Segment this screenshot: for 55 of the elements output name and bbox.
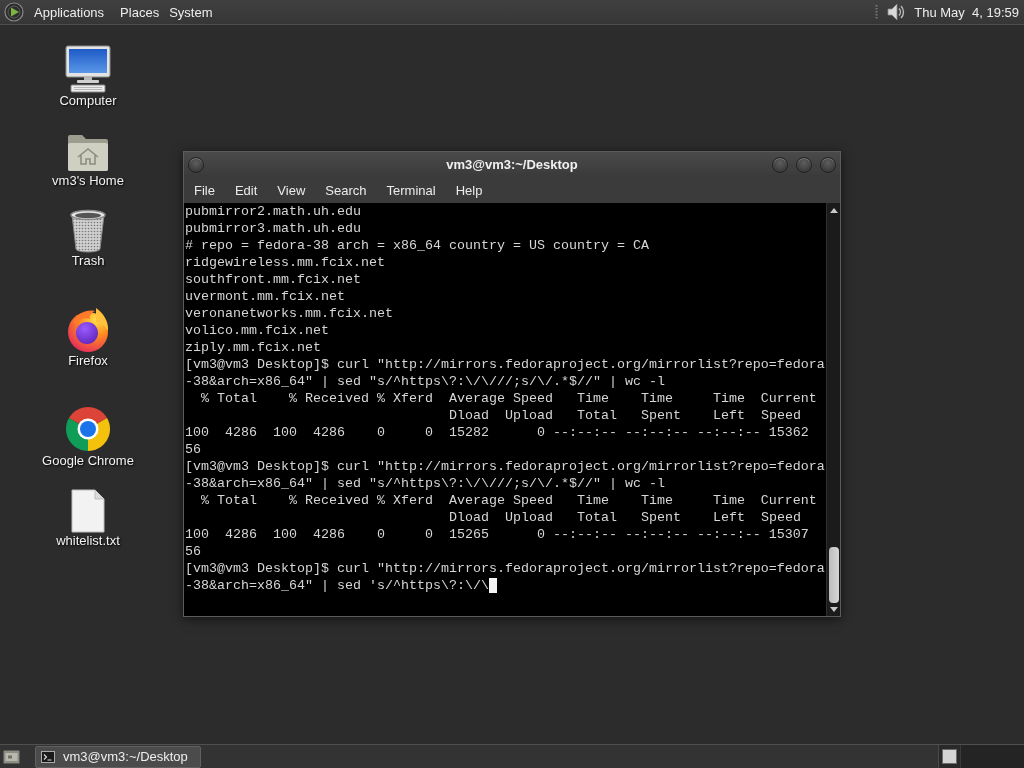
terminal-icon xyxy=(41,750,55,763)
terminal-line: ridgewireless.mm.fcix.net xyxy=(185,254,385,271)
terminal-line: southfront.mm.fcix.net xyxy=(185,271,361,288)
terminal-line: pubmirror3.math.uh.edu xyxy=(185,220,361,237)
workspace-switcher[interactable] xyxy=(938,745,1024,768)
terminal-line: % Total % Received % Xferd Average Speed Time Time Time Current xyxy=(201,390,817,407)
monitor-icon xyxy=(64,45,112,93)
terminal-line: -38&arch=x86_64" | sed 's/^https\?:\/\ xyxy=(185,577,489,594)
show-desktop-icon[interactable] xyxy=(3,748,20,765)
panel-menu[interactable]: Applications xyxy=(0,1,116,23)
firefox-logo-icon xyxy=(65,307,111,353)
drag-handle-icon xyxy=(875,4,879,20)
terminal-line: % Total % Received % Xferd Average Speed Time Time Time Current xyxy=(201,492,817,509)
scroll-down-arrow-icon[interactable] xyxy=(829,607,838,612)
chrome-logo-icon xyxy=(64,405,112,453)
terminal-line: # repo = fedora-38 arch = x86_64 country = US country = CA xyxy=(185,237,649,254)
scrollbar-thumb[interactable] xyxy=(828,547,839,603)
terminal-line: uvermont.mm.fcix.net xyxy=(185,288,345,305)
menu-item[interactable]: File xyxy=(184,179,225,201)
panel-menu[interactable]: Places xyxy=(115,1,165,23)
window-title: vm3@vm3:~/Desktop xyxy=(446,157,578,172)
terminal-line: [vm3@vm3 Desktop]$ curl "http://mirrors.fedoraproject.org/mirrorlist?repo=fedora xyxy=(185,560,825,577)
panel-menu[interactable]: System xyxy=(164,1,218,23)
terminal-line: [vm3@vm3 Desktop]$ curl "http://mirrors.fedoraproject.org/mirrorlist?repo=fedora xyxy=(185,356,825,373)
terminal-line: 100 4286 100 4286 0 0 15282 0 --:--:-- --:--:-- --:--:-- 15362 xyxy=(185,424,809,441)
menu-item[interactable]: Edit xyxy=(224,179,268,201)
trash-bin-icon xyxy=(69,209,107,253)
window-menu-button[interactable] xyxy=(188,156,204,173)
scroll-up-arrow-icon[interactable] xyxy=(829,208,838,213)
terminal-line: veronanetworks.mm.fcix.net xyxy=(185,305,393,322)
terminal-line: volico.mm.fcix.net xyxy=(185,322,329,339)
minimize-button[interactable] xyxy=(772,156,788,173)
terminal-line: ziply.mm.fcix.net xyxy=(185,339,321,356)
home-folder-icon xyxy=(66,133,110,173)
terminal-line: 100 4286 100 4286 0 0 15265 0 --:--:-- --:--:-- --:--:-- 15307 xyxy=(185,526,809,543)
terminal-line: Dload Upload Total Spent Left Speed xyxy=(449,509,801,526)
workspace-cell[interactable] xyxy=(939,745,961,768)
terminal-line: 56 xyxy=(185,543,201,560)
terminal-line: -38&arch=x86_64" | sed "s/^https\?:\/\///;s/\/.*$//" | wc -l xyxy=(185,475,665,492)
menu-item[interactable]: Search xyxy=(315,179,377,201)
terminal-line: 56 xyxy=(185,441,201,458)
menu-item[interactable]: Terminal xyxy=(376,179,446,201)
menu-item[interactable]: View xyxy=(267,179,316,201)
document-icon xyxy=(71,489,105,533)
window-thumbnail-icon xyxy=(942,749,957,764)
maximize-button[interactable] xyxy=(796,156,812,173)
terminal-line: -38&arch=x86_64" | sed "s/^https\?:\/\///;s/\/.*$//" | wc -l xyxy=(185,373,665,390)
taskbar-button[interactable]: vm3@vm3:~/Desktop xyxy=(35,745,201,768)
clock[interactable]: Thu May 4, 19:59 xyxy=(914,4,1019,20)
terminal-line: pubmirror2.math.uh.edu xyxy=(185,203,361,220)
terminal-line: Dload Upload Total Spent Left Speed xyxy=(449,407,801,424)
scrollbar[interactable] xyxy=(826,203,840,616)
terminal-line: [vm3@vm3 Desktop]$ curl "http://mirrors.fedoraproject.org/mirrorlist?repo=fedora xyxy=(185,458,825,475)
speaker-icon[interactable] xyxy=(887,2,906,22)
menu-item[interactable]: Help xyxy=(445,179,493,201)
